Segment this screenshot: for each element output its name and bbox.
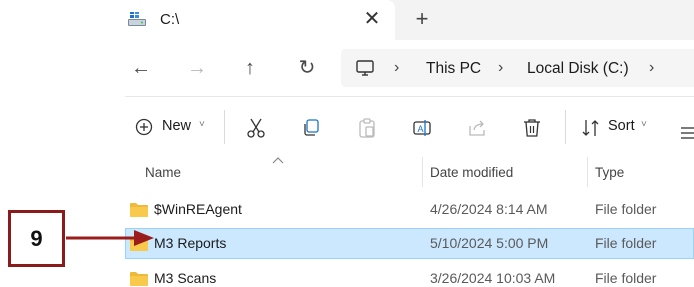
column-separator[interactable] [422, 157, 423, 187]
toolbar-divider [224, 110, 225, 144]
share-icon[interactable] [467, 115, 487, 141]
new-icon [135, 118, 153, 136]
new-tab-button[interactable]: + [411, 7, 433, 31]
sort-label: Sort [608, 118, 635, 134]
refresh-button[interactable]: ↻ [293, 54, 321, 82]
column-header-name[interactable]: Name [145, 165, 181, 180]
chevron-down-icon: ˅ [641, 119, 647, 130]
close-tab-icon[interactable]: ✕ [362, 8, 382, 30]
step-number: 9 [30, 225, 43, 251]
svg-text:A: A [418, 124, 424, 134]
paste-icon[interactable] [357, 115, 377, 141]
chevron-down-icon: ˅ [199, 119, 205, 130]
forward-button[interactable]: → [183, 54, 211, 82]
divider [125, 96, 694, 97]
column-header-date-modified[interactable]: Date modified [430, 165, 513, 180]
toolbar-divider [565, 110, 566, 144]
file-name: M3 Reports [154, 235, 227, 251]
back-button[interactable]: ← [127, 54, 155, 82]
cut-icon[interactable] [246, 115, 266, 141]
new-button[interactable]: New ˅ [133, 115, 213, 141]
file-date: 3/26/2024 10:03 AM [430, 270, 556, 286]
view-icon[interactable] [681, 120, 694, 146]
copy-icon[interactable] [301, 115, 321, 141]
step-callout: 9 [8, 210, 65, 267]
callout-arrow-icon [66, 230, 154, 246]
command-bar: New ˅ A Sort ˅ [125, 100, 694, 156]
sort-ascending-icon [272, 157, 284, 164]
file-row-selected[interactable]: M3 Reports 5/10/2024 5:00 PM File folder [125, 228, 694, 259]
tab-title: C:\ [160, 11, 180, 28]
breadcrumb-separator: › [498, 59, 504, 76]
file-type: File folder [595, 270, 657, 286]
file-explorer-window: C:\ ✕ + ← → ↑ ↻ › This PC › Local Disk (… [125, 0, 694, 287]
file-date: 4/26/2024 8:14 AM [430, 201, 548, 217]
column-separator[interactable] [587, 157, 588, 187]
file-type: File folder [595, 201, 657, 217]
file-row[interactable]: $WinREAgent 4/26/2024 8:14 AM File folde… [125, 194, 694, 225]
column-header-type[interactable]: Type [595, 165, 624, 180]
file-type: File folder [595, 235, 657, 251]
navigation-bar: ← → ↑ ↻ › This PC › Local Disk (C:) › [125, 40, 694, 96]
folder-icon [130, 272, 148, 286]
rename-icon[interactable]: A [412, 115, 432, 141]
file-row[interactable]: M3 Scans 3/26/2024 10:03 AM File folder [125, 263, 694, 287]
breadcrumb-this-pc[interactable]: This PC [426, 59, 481, 79]
sort-icon [582, 120, 599, 136]
tab-strip: C:\ ✕ + [125, 0, 694, 40]
address-bar[interactable]: › This PC › Local Disk (C:) › [341, 49, 694, 87]
breadcrumb-separator[interactable]: › [649, 58, 654, 78]
up-button[interactable]: ↑ [236, 54, 264, 82]
new-label: New [162, 118, 192, 134]
breadcrumb-local-disk[interactable]: Local Disk (C:) [527, 59, 629, 79]
computer-icon [356, 60, 374, 76]
folder-icon [130, 203, 148, 217]
column-headers: Name Date modified Type [125, 156, 694, 190]
file-date: 5/10/2024 5:00 PM [430, 235, 549, 251]
tab-c-drive[interactable]: C:\ ✕ [125, 0, 395, 40]
file-name: $WinREAgent [154, 201, 242, 217]
file-name: M3 Scans [154, 270, 217, 286]
sort-button[interactable]: Sort ˅ [581, 115, 653, 141]
breadcrumb-separator: › [394, 59, 400, 76]
drive-icon [128, 12, 146, 26]
delete-icon[interactable] [522, 115, 542, 141]
